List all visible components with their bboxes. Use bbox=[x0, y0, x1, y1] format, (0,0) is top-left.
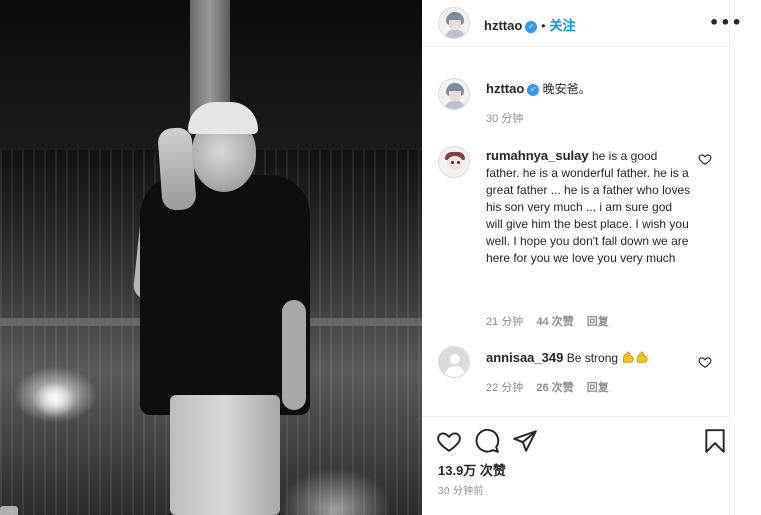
comment-time: 22 分钟 bbox=[486, 382, 524, 394]
actions-divider bbox=[422, 416, 730, 417]
comment-likes[interactable]: 44 次赞 bbox=[536, 316, 573, 328]
comment-text: he is a good father. he is a wonderful f… bbox=[486, 149, 691, 265]
comment-author[interactable]: annisaa_349 bbox=[486, 350, 563, 365]
caption-meta: 30 分钟 bbox=[486, 110, 533, 126]
comment-item: rumahnya_sulay he is a good father. he i… bbox=[486, 147, 691, 267]
comment-meta: 21 分钟 44 次赞 回复 bbox=[486, 313, 619, 329]
verified-badge-icon: ✓ bbox=[527, 84, 540, 96]
photo-corner-badge bbox=[0, 506, 18, 515]
separator-dot: • bbox=[541, 19, 546, 33]
heart-icon[interactable] bbox=[436, 428, 462, 454]
post-side-panel: hzttao ✓ • 关注 ••• hzttao ✓ 晚安爸。 30 分钟 rumahn… bbox=[422, 0, 742, 515]
post-header: hzttao ✓ • 关注 ••• bbox=[422, 0, 742, 46]
post-time-ago[interactable]: 30 分钟前 bbox=[438, 482, 484, 497]
caption: hzttao ✓ 晚安爸。 bbox=[486, 80, 706, 98]
likes-count[interactable]: 13.9万 次赞 bbox=[438, 460, 506, 479]
paper-plane-icon[interactable] bbox=[512, 428, 538, 454]
reply-button[interactable]: 回复 bbox=[587, 382, 609, 394]
caption-time: 30 分钟 bbox=[486, 113, 524, 125]
flexed-biceps-icon bbox=[637, 351, 649, 363]
caption-text: 晚安爸。 bbox=[542, 82, 591, 96]
flexed-biceps-icon bbox=[623, 351, 635, 363]
comment-likes[interactable]: 26 次赞 bbox=[536, 382, 573, 394]
caption-author-avatar[interactable] bbox=[438, 78, 470, 110]
post-photo[interactable] bbox=[0, 0, 422, 515]
commenter-avatar-annisaa[interactable] bbox=[438, 346, 470, 378]
person-pants bbox=[170, 395, 280, 515]
caption-author-username[interactable]: hzttao bbox=[486, 81, 524, 96]
follow-button[interactable]: 关注 bbox=[549, 18, 575, 33]
commenter-avatar-rumahnya[interactable] bbox=[438, 146, 470, 178]
person-right-arm bbox=[282, 300, 306, 410]
author-username[interactable]: hzttao bbox=[484, 18, 522, 33]
author-avatar[interactable] bbox=[438, 7, 470, 39]
bookmark-icon[interactable] bbox=[702, 428, 728, 454]
comment-like-heart-icon[interactable] bbox=[698, 152, 712, 166]
verified-badge-icon: ✓ bbox=[525, 21, 538, 33]
action-bar bbox=[422, 420, 730, 460]
more-options-icon[interactable]: ••• bbox=[709, 13, 743, 32]
comment-meta: 22 分钟 26 次赞 回复 bbox=[486, 379, 619, 395]
peace-sign-hand bbox=[157, 126, 197, 212]
reply-button[interactable]: 回复 bbox=[587, 316, 609, 328]
comment-text: Be strong bbox=[566, 351, 619, 365]
comment-like-heart-icon[interactable] bbox=[698, 355, 712, 369]
comment-bubble-icon[interactable] bbox=[474, 428, 500, 454]
header-divider bbox=[422, 46, 730, 47]
comment-item: annisaa_349 Be strong bbox=[486, 349, 691, 367]
person-cap bbox=[188, 102, 258, 134]
comment-time: 21 分钟 bbox=[486, 316, 524, 328]
header-author-line: hzttao ✓ • 关注 bbox=[484, 15, 576, 35]
comment-author[interactable]: rumahnya_sulay bbox=[486, 148, 589, 163]
